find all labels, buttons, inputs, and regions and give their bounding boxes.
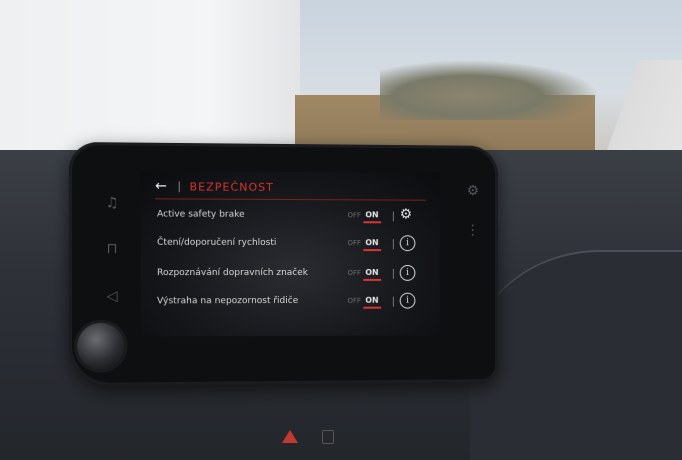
toggle-off[interactable]: OFF: [348, 211, 361, 219]
gear-icon[interactable]: ⚙: [400, 207, 412, 223]
info-icon[interactable]: i: [399, 264, 416, 281]
infotainment-unit: ♫ ⊓ ◁ ← | BEZPEČNOST Active safety brake…: [68, 141, 498, 387]
toggle-on[interactable]: ON: [365, 238, 378, 247]
info-icon[interactable]: i: [399, 235, 416, 252]
volume-knob[interactable]: [77, 322, 125, 370]
divider: [392, 211, 394, 222]
info-icon[interactable]: i: [399, 292, 416, 309]
hazard-button[interactable]: [282, 430, 298, 443]
music-note-icon[interactable]: ♫: [102, 193, 122, 213]
toggle-off[interactable]: OFF: [348, 239, 361, 247]
car-icon[interactable]: ⊓: [102, 239, 122, 259]
toggle-indicator: [363, 249, 382, 252]
photo-scene: ♫ ⊓ ◁ ← | BEZPEČNOST Active safety brake…: [0, 0, 682, 460]
setting-row-speed-recommendation[interactable]: Čtení/doporučení rychlosti OFF ON i: [157, 234, 426, 256]
divider: [392, 268, 394, 279]
setting-label: Čtení/doporučení rychlosti: [157, 237, 277, 248]
setting-label: Výstraha na nepozornost řidiče: [157, 295, 299, 307]
setting-row-driver-attention-warning[interactable]: Výstraha na nepozornost řidiče OFF ON i: [157, 292, 426, 315]
setting-row-active-safety-brake[interactable]: Active safety brake OFF ON ⚙: [157, 205, 426, 228]
touchscreen: ← | BEZPEČNOST Active safety brake OFF O…: [140, 170, 440, 337]
back-arrow-icon[interactable]: ←: [155, 178, 167, 194]
divider: [392, 239, 394, 250]
page-title: BEZPEČNOST: [189, 180, 274, 194]
setting-row-traffic-sign-recognition[interactable]: Rozpoznávání dopravních značek OFF ON i: [157, 264, 426, 286]
navigation-icon[interactable]: ◁: [102, 286, 122, 306]
toggle-on[interactable]: ON: [365, 296, 378, 305]
header-divider: [154, 198, 427, 201]
toggle-indicator: [363, 306, 382, 309]
toggle-indicator: [363, 221, 382, 224]
title-separator: |: [177, 179, 182, 193]
right-button-strip: ⚙ ⋮: [461, 181, 484, 329]
garage-wall: [0, 0, 300, 160]
toggle-on[interactable]: ON: [365, 268, 378, 277]
toggle-on[interactable]: ON: [365, 210, 378, 219]
toggle-off[interactable]: OFF: [348, 269, 361, 277]
console-button[interactable]: [322, 430, 334, 444]
setting-label: Rozpoznávání dopravních značek: [157, 267, 308, 279]
toggle-off[interactable]: OFF: [348, 297, 361, 305]
settings-icon[interactable]: ⚙: [463, 181, 482, 201]
setting-label: Active safety brake: [157, 209, 245, 220]
toggle-indicator: [363, 278, 382, 281]
menu-icon[interactable]: ⋮: [463, 221, 482, 241]
divider: [392, 296, 394, 307]
